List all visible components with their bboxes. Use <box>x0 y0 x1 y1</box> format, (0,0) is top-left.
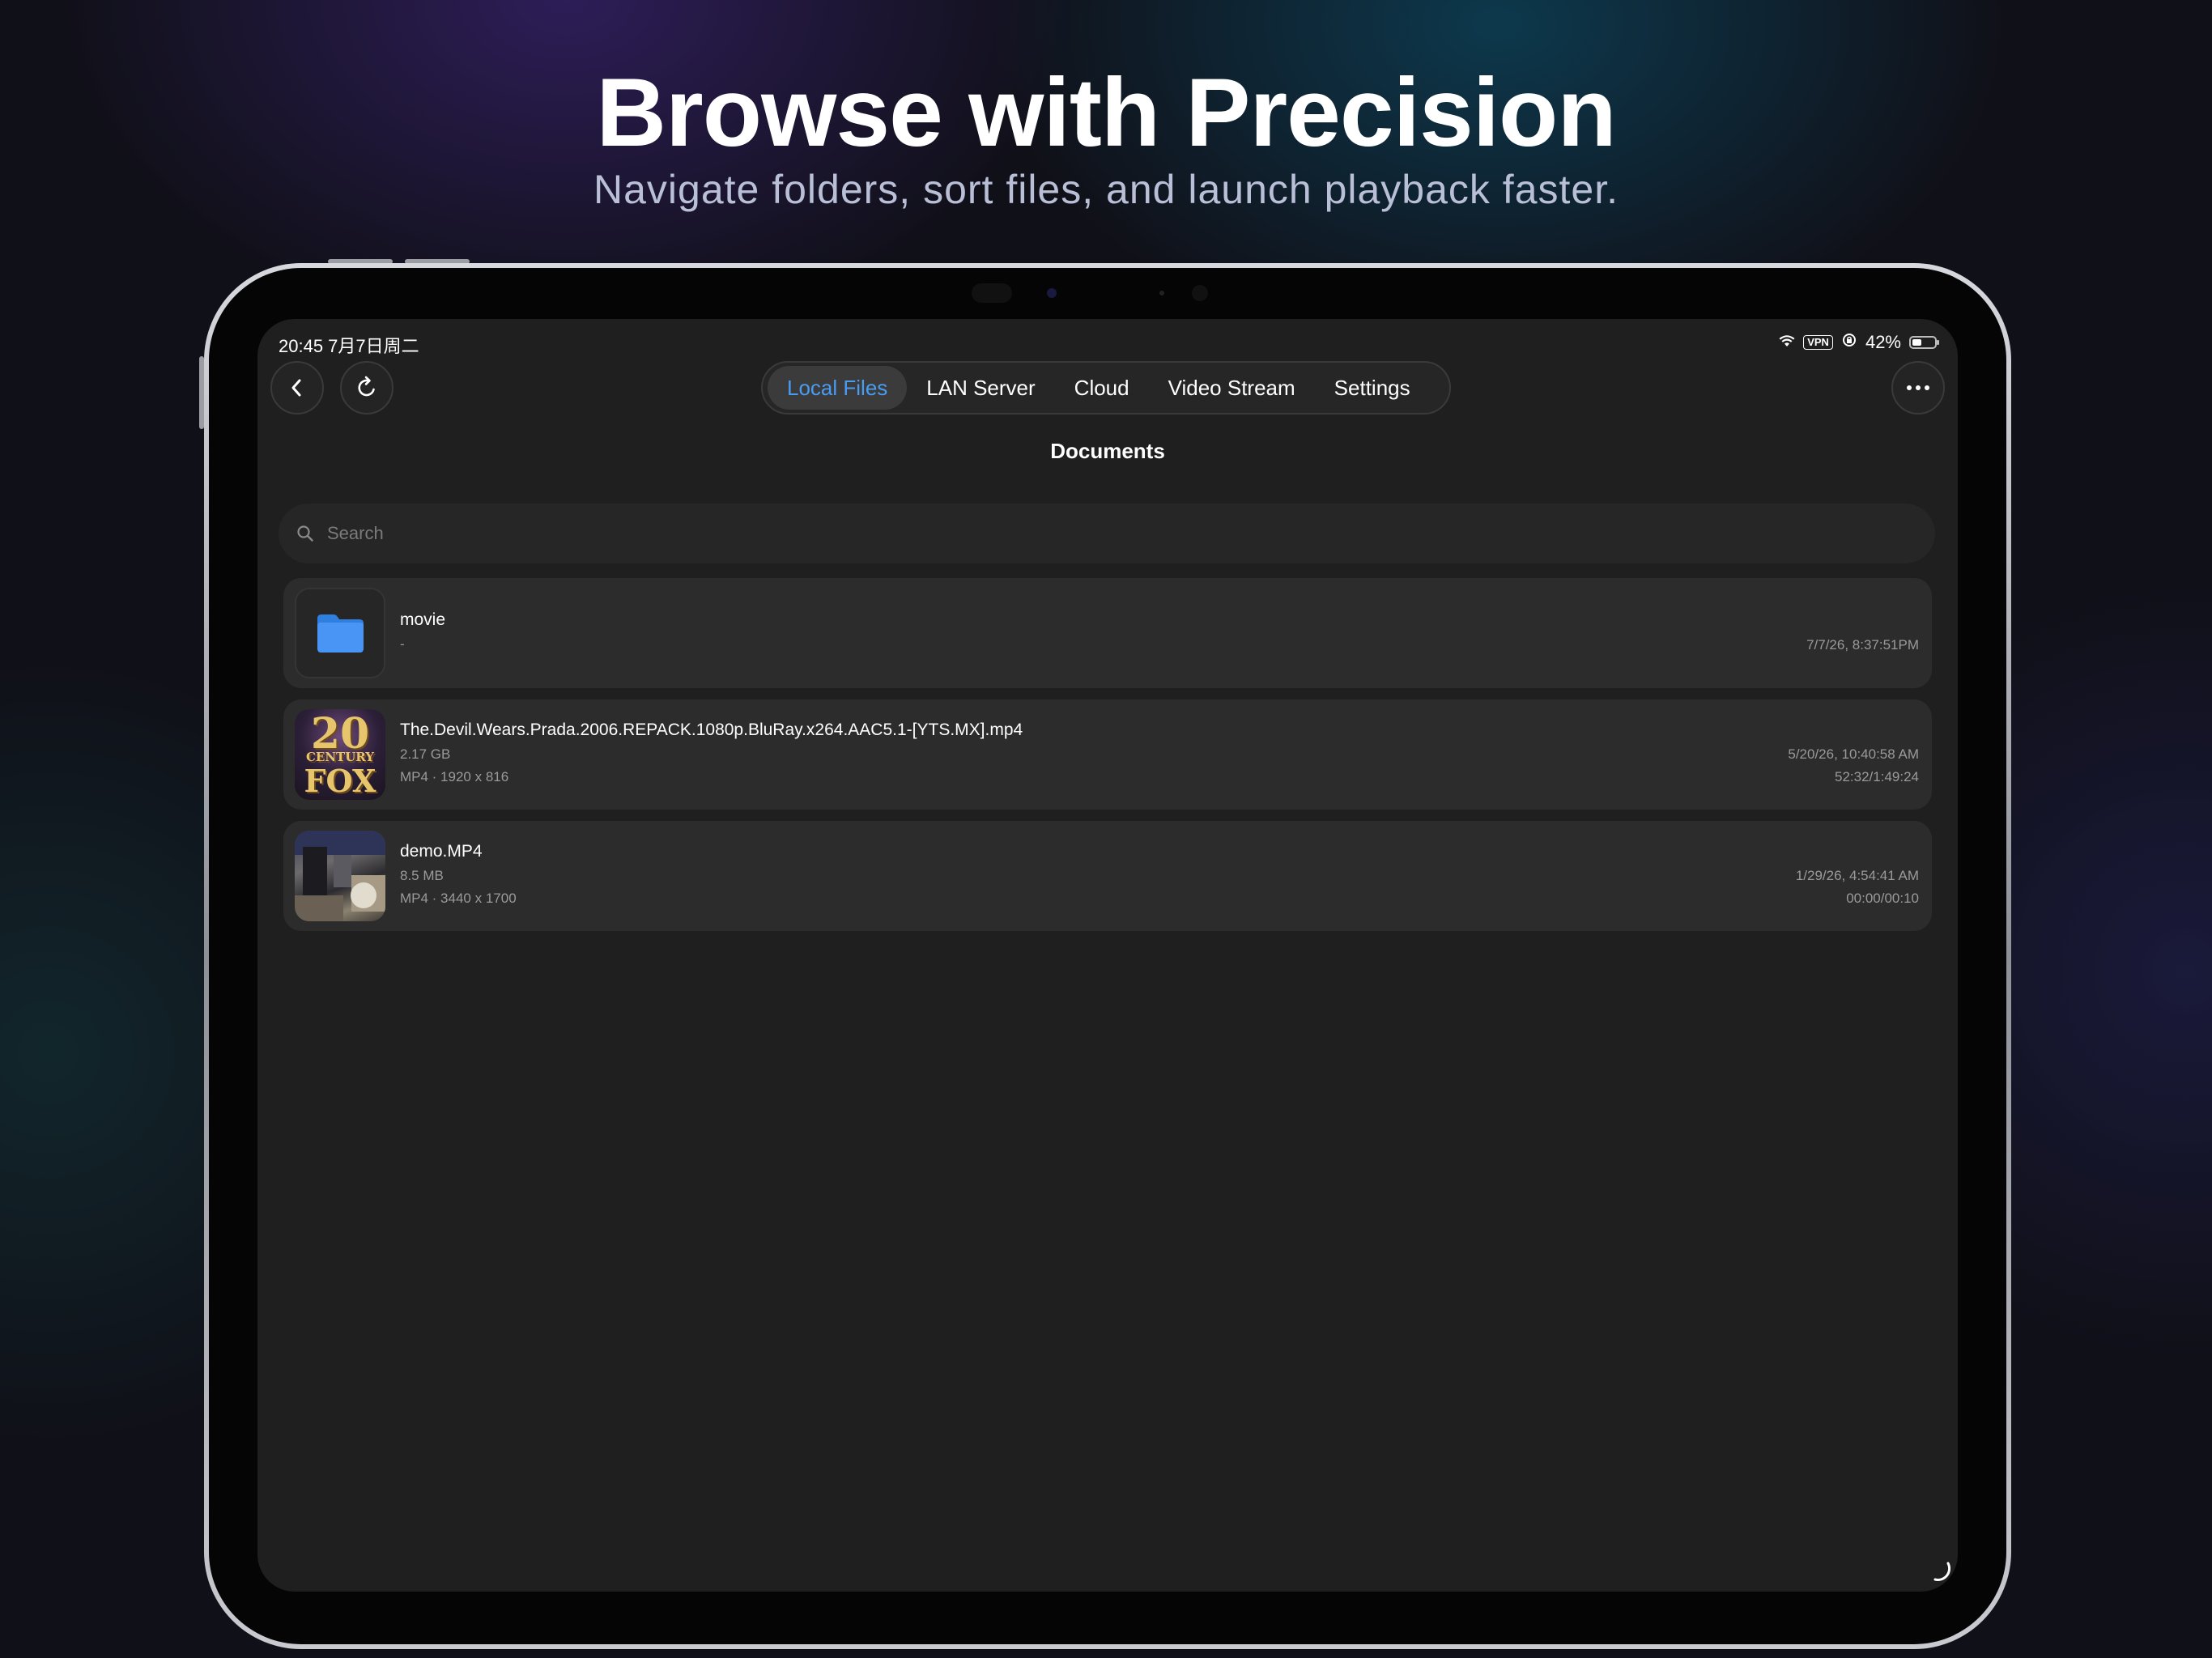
tab-video-stream[interactable]: Video Stream <box>1149 366 1315 410</box>
battery-icon <box>1909 336 1939 349</box>
search-icon <box>297 525 313 542</box>
file-row-folder[interactable]: movie - 7/7/26, 8:37:51PM <box>283 578 1932 688</box>
file-date: 1/29/26, 4:54:41 AM <box>1795 868 1919 883</box>
headline: Browse with Precision <box>596 58 1616 167</box>
search-input[interactable] <box>325 522 1867 545</box>
file-size: 8.5 MB <box>400 868 444 883</box>
sensor-dot <box>972 283 1012 303</box>
playback-progress: 00:00/00:10 <box>1846 891 1919 906</box>
vpn-badge: VPN <box>1803 335 1833 350</box>
orientation-lock-icon <box>1841 332 1857 353</box>
video-thumbnail <box>295 831 385 921</box>
battery-tip <box>1937 340 1939 345</box>
battery-percent: 42% <box>1865 332 1901 352</box>
file-name: demo.MP4 <box>400 842 483 861</box>
sensor-dot <box>1192 285 1208 301</box>
thumbnail-logo-text: FOX <box>304 763 376 799</box>
file-size: - <box>400 636 405 652</box>
file-meta: MP4 · 3440 x 1700 <box>400 891 517 906</box>
tab-lan-server[interactable]: LAN Server <box>907 366 1054 410</box>
file-meta: MP4 · 1920 x 816 <box>400 769 509 784</box>
file-name: The.Devil.Wears.Prada.2006.REPACK.1080p.… <box>400 721 1023 739</box>
search-bar[interactable] <box>279 504 1935 563</box>
tab-cloud[interactable]: Cloud <box>1055 366 1149 410</box>
subheadline: Navigate folders, sort files, and launch… <box>593 167 1619 212</box>
more-horizontal-icon <box>1907 385 1929 390</box>
refresh-button[interactable] <box>340 361 393 414</box>
page-title: Documents <box>1050 439 1165 463</box>
file-name: movie <box>400 610 446 629</box>
playback-progress: 52:32/1:49:24 <box>1835 769 1919 784</box>
status-time: 20:45 7月7日周二 <box>279 336 419 356</box>
file-date: 7/7/26, 8:37:51PM <box>1806 637 1919 653</box>
video-frame-image <box>295 831 385 921</box>
file-row-video[interactable]: demo.MP4 8.5 MB MP4 · 3440 x 1700 1/29/2… <box>283 821 1932 931</box>
folder-thumbnail <box>295 588 385 678</box>
status-bar: 20:45 7月7日周二 VPN 42% <box>279 327 1939 359</box>
source-tabs: Local Files LAN Server Cloud Video Strea… <box>761 361 1451 414</box>
file-size: 2.17 GB <box>400 746 451 762</box>
more-button[interactable] <box>1891 361 1945 414</box>
wifi-icon <box>1779 332 1795 353</box>
app-screen: 20:45 7月7日周二 VPN 42% Local Files LAN Ser… <box>257 319 1958 1592</box>
loading-spinner-icon <box>1927 1558 1951 1587</box>
tab-local-files[interactable]: Local Files <box>768 366 908 410</box>
chevron-left-icon <box>291 379 301 397</box>
battery-fill <box>1912 339 1921 346</box>
camera-icon <box>1047 288 1057 298</box>
camera-bar <box>972 283 1214 303</box>
folder-icon <box>317 614 364 653</box>
status-indicators: VPN 42% <box>1779 332 1939 353</box>
refresh-icon <box>358 376 375 397</box>
tab-settings[interactable]: Settings <box>1315 366 1430 410</box>
back-button[interactable] <box>270 361 324 414</box>
video-thumbnail: 20 CENTURY FOX <box>295 709 385 800</box>
sensor-dot <box>1159 291 1164 295</box>
file-row-video[interactable]: 20 CENTURY FOX The.Devil.Wears.Prada.200… <box>283 699 1932 810</box>
file-date: 5/20/26, 10:40:58 AM <box>1788 746 1919 762</box>
